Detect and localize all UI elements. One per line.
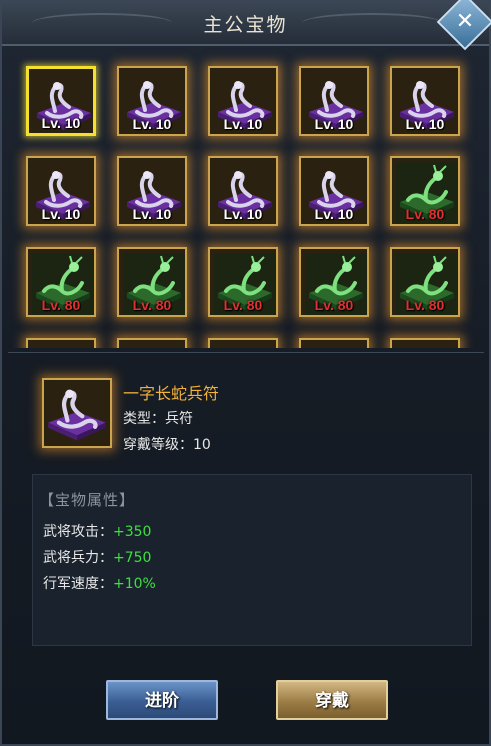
attribute-panel: 【宝物属性】 武将攻击：+350 武将兵力：+750 行军速度：+10% (32, 474, 472, 646)
close-button[interactable]: ✕ (436, 0, 491, 51)
treasure-slot[interactable] (390, 338, 460, 348)
treasure-type: 类型：兵符 (123, 411, 193, 427)
slot-level: Lv. 10 (314, 116, 354, 132)
advance-button[interactable]: 进阶 (106, 680, 218, 720)
slot-level: Lv. 10 (314, 206, 354, 222)
treasure-name: 一字长蛇兵符 (123, 384, 220, 403)
attr-troops-value: +750 (113, 550, 152, 566)
treasure-slot[interactable]: Lv. 10 (117, 156, 187, 226)
slot-level: Lv. 10 (223, 206, 263, 222)
treasure-slot[interactable]: Lv. 10 (299, 156, 369, 226)
treasure-slot[interactable]: Lv. 10 (208, 66, 278, 136)
treasure-slot[interactable] (26, 338, 96, 348)
slot-level: Lv. 80 (223, 297, 263, 313)
attr-march-speed: 行军速度：+10% (43, 573, 156, 593)
equip-button[interactable]: 穿戴 (276, 680, 388, 720)
slot-level: Lv. 10 (132, 116, 172, 132)
attr-attack-value: +350 (113, 524, 152, 540)
attr-troops: 武将兵力：+750 (43, 547, 151, 567)
slot-level: Lv. 10 (41, 206, 81, 222)
slot-level: Lv. 10 (132, 206, 172, 222)
treasure-slot[interactable]: Lv. 10 (208, 156, 278, 226)
slot-level: Lv. 80 (314, 297, 354, 313)
slot-level: Lv. 10 (405, 116, 445, 132)
title-bar: 主公宝物 ✕ (2, 0, 491, 51)
slot-level: Lv. 80 (405, 206, 445, 222)
treasure-slot[interactable]: Lv. 80 (299, 247, 369, 317)
attr-attack-label: 武将攻击： (43, 524, 113, 540)
attribute-title: 【宝物属性】 (39, 491, 136, 509)
treasure-slot[interactable] (208, 338, 278, 348)
attr-attack: 武将攻击：+350 (43, 521, 151, 541)
treasure-slot[interactable]: Lv. 10 (299, 66, 369, 136)
slot-level: Lv. 80 (41, 297, 81, 313)
section-divider (8, 352, 484, 353)
treasure-detail: 一字长蛇兵符 类型：兵符 穿戴等级：10 【宝物属性】 武将攻击：+350 武将… (8, 358, 484, 646)
treasure-slot[interactable] (299, 338, 369, 348)
attr-march-speed-label: 行军速度： (43, 576, 113, 592)
slot-level: Lv. 80 (405, 297, 445, 313)
treasure-slot[interactable] (117, 338, 187, 348)
treasure-slot[interactable]: Lv. 10 (26, 66, 96, 136)
treasure-slot[interactable]: Lv. 80 (390, 247, 460, 317)
treasure-grid[interactable]: Lv. 10 Lv. 10 Lv. 10 Lv. 10 Lv. 10 Lv. 10 Lv. … (8, 48, 484, 348)
selected-treasure-icon (42, 378, 112, 448)
attr-march-speed-value: +10% (113, 576, 156, 592)
treasure-slot[interactable]: Lv. 80 (390, 156, 460, 226)
attr-troops-label: 武将兵力： (43, 550, 113, 566)
close-icon: ✕ (455, 9, 475, 34)
slot-level: Lv. 10 (223, 116, 263, 132)
treasure-window: 主公宝物 ✕ Lv. 10 Lv. 10 Lv. 10 Lv. 10 Lv. 10 Lv.… (0, 0, 491, 746)
treasure-slot[interactable]: Lv. 80 (26, 247, 96, 317)
treasure-slot[interactable]: Lv. 80 (208, 247, 278, 317)
treasure-slot[interactable]: Lv. 10 (26, 156, 96, 226)
window-title: 主公宝物 (203, 14, 288, 36)
treasure-slot[interactable]: Lv. 80 (117, 247, 187, 317)
slot-level: Lv. 10 (41, 115, 81, 131)
slot-level: Lv. 80 (132, 297, 172, 313)
snake-token-icon (44, 380, 110, 446)
treasure-level-requirement: 穿戴等级：10 (123, 437, 211, 453)
treasure-slot[interactable]: Lv. 10 (117, 66, 187, 136)
treasure-slot[interactable]: Lv. 10 (390, 66, 460, 136)
